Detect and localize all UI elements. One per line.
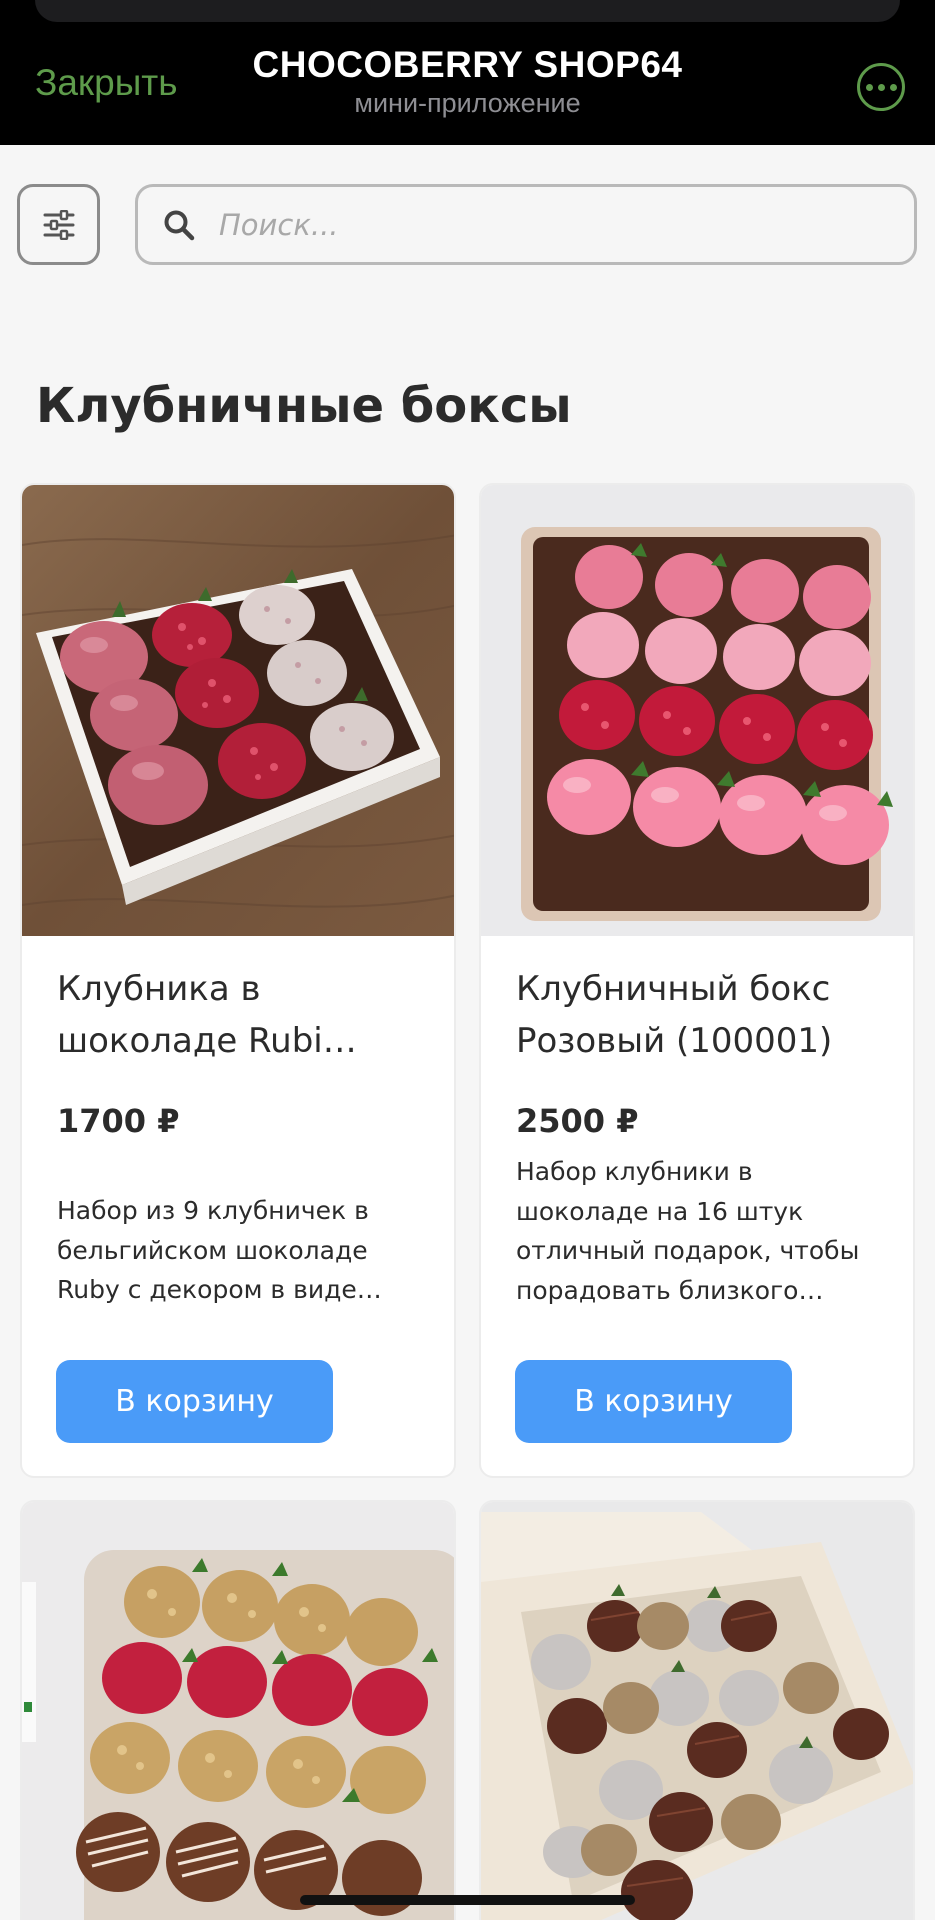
product-description: Набор клубники в шоколаде на 16 штук отл… — [516, 1157, 860, 1305]
search-field[interactable] — [135, 184, 917, 265]
home-indicator — [300, 1895, 635, 1905]
sheet-handle — [35, 0, 900, 22]
top-bar: Закрыть CHOCOBERRY SHOP64 мини-приложени… — [0, 0, 935, 145]
filter-button[interactable] — [17, 184, 100, 265]
product-name: Клубничный бокс Розовый (100001) — [516, 969, 833, 1061]
title-block: CHOCOBERRY SHOP64 мини-приложение — [0, 44, 935, 119]
product-card[interactable]: Клубника в шоколаде Rubi… 1700 ₽ Набор и… — [20, 483, 456, 1478]
product-photo[interactable] — [22, 1502, 454, 1920]
product-photo[interactable] — [481, 485, 913, 936]
more-dots-icon[interactable] — [857, 63, 905, 111]
add-to-cart-button[interactable]: В корзину — [56, 1360, 333, 1443]
product-photo[interactable] — [481, 1502, 913, 1920]
product-card[interactable]: Клубничный бокс Розовый (100001) 2500 ₽ … — [479, 483, 915, 1478]
product-card[interactable] — [479, 1500, 915, 1920]
search-icon — [163, 208, 197, 242]
product-name: Клубника в шоколаде Rubi… — [57, 969, 357, 1061]
product-photo[interactable] — [22, 485, 454, 936]
product-price: 1700 ₽ — [57, 1102, 180, 1140]
search-input[interactable] — [219, 207, 869, 242]
section-title: Клубничные боксы — [36, 378, 572, 434]
add-to-cart-button[interactable]: В корзину — [515, 1360, 792, 1443]
product-price: 2500 ₽ — [516, 1102, 639, 1140]
app-subtitle: мини-приложение — [354, 88, 581, 118]
product-description: Набор из 9 клубничек в бельгийском шокол… — [57, 1196, 382, 1304]
filter-sliders-icon — [43, 209, 74, 240]
product-card[interactable] — [20, 1500, 456, 1920]
app-title: CHOCOBERRY SHOP64 — [252, 44, 683, 85]
